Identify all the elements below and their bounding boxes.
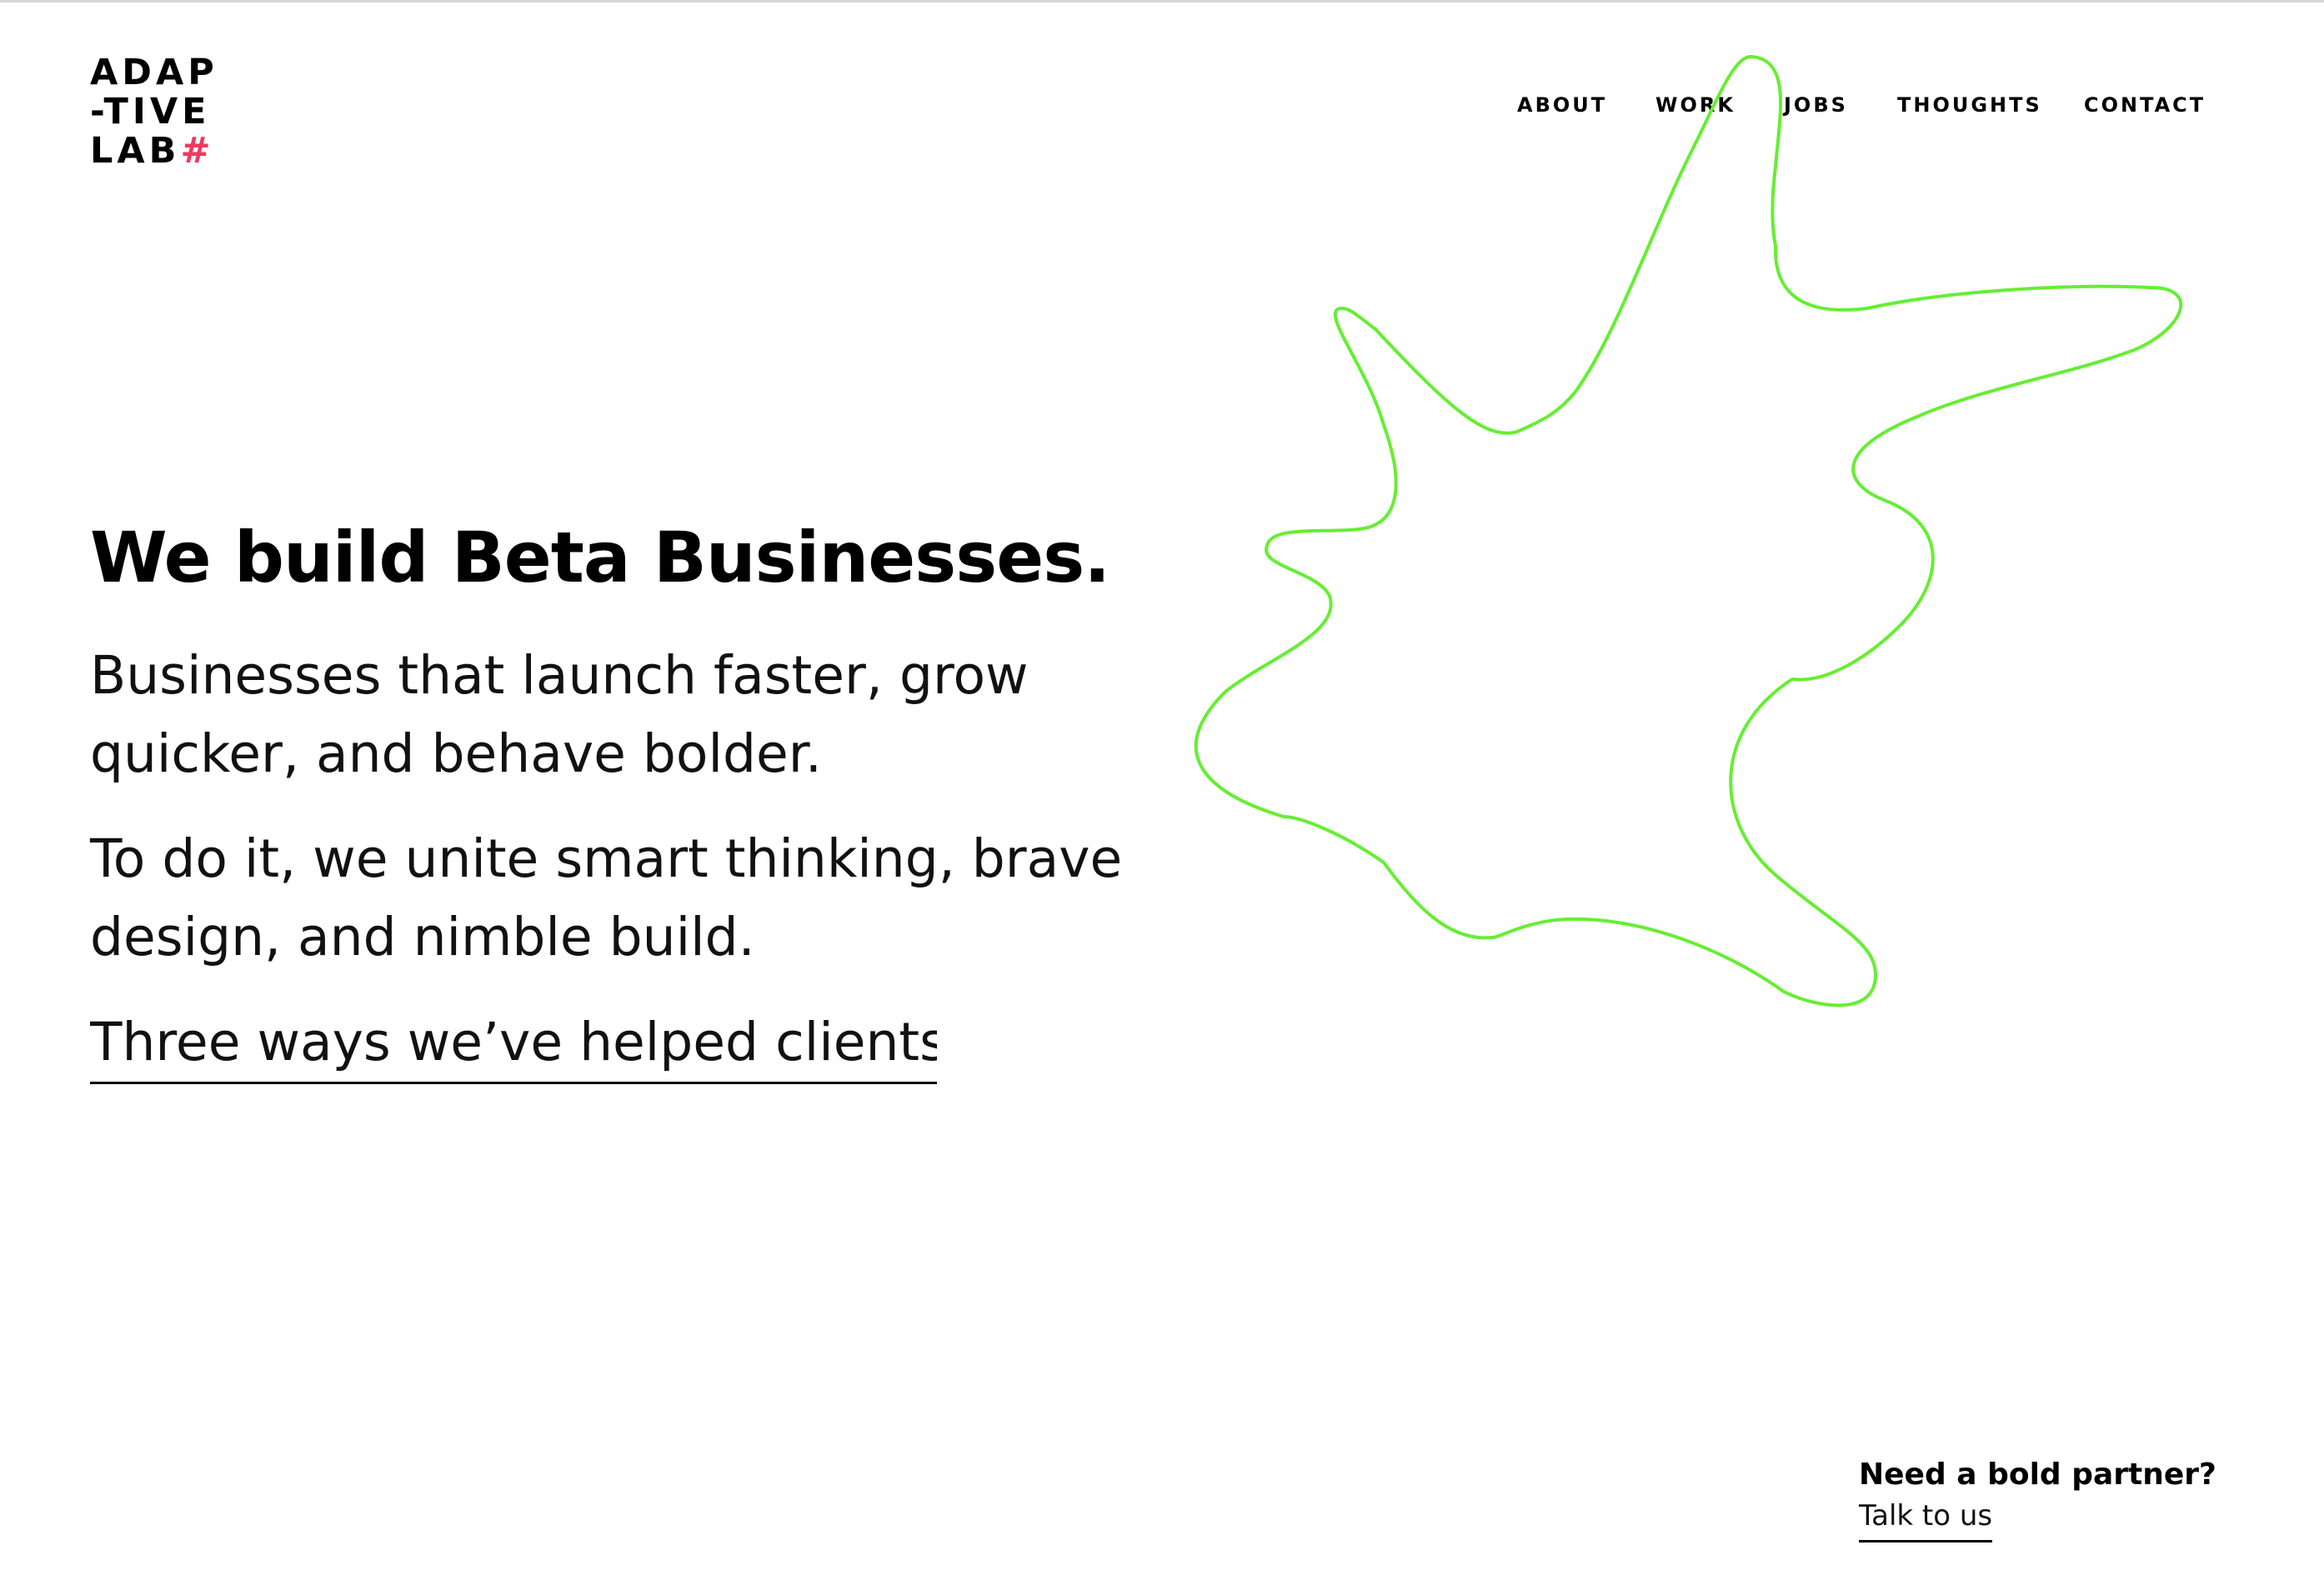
logo-line-2: -TIVE [90, 91, 211, 132]
blob-outline-graphic [1194, 55, 2183, 1008]
nav-item-work[interactable]: WORK [1655, 93, 1735, 117]
hero-headline: We build Beta Businesses. [90, 517, 1110, 598]
hero-paragraph-1: Businesses that launch faster, grow quic… [90, 645, 1029, 784]
partner-cta-title: Need a bold partner? [1859, 1458, 2216, 1492]
logo-line-1: ADAP [90, 52, 218, 93]
partner-cta: Need a bold partner? Talk to us [1859, 1457, 2292, 1542]
logo-lab-text: LAB [90, 130, 181, 172]
hero-paragraph-2: To do it, we unite smart thinking, brave… [90, 828, 1123, 968]
logo-line-3: LAB# [90, 132, 240, 171]
logo-hash-icon: # [180, 130, 215, 172]
blob-outline-path [1194, 55, 2183, 1008]
nav-item-jobs[interactable]: JOBS [1784, 93, 1848, 117]
nav-item-contact[interactable]: CONTACT [2084, 93, 2206, 117]
talk-to-us-link[interactable]: Talk to us [1859, 1497, 1993, 1542]
logo[interactable]: ADAP -TIVE LAB# [90, 53, 240, 171]
nav-item-about[interactable]: ABOUT [1517, 93, 1607, 117]
case-studies-link[interactable]: Three ways we’ve helped clients. [90, 1003, 937, 1084]
top-border [0, 0, 2324, 2]
nav-item-thoughts[interactable]: THOUGHTS [1897, 93, 2042, 117]
